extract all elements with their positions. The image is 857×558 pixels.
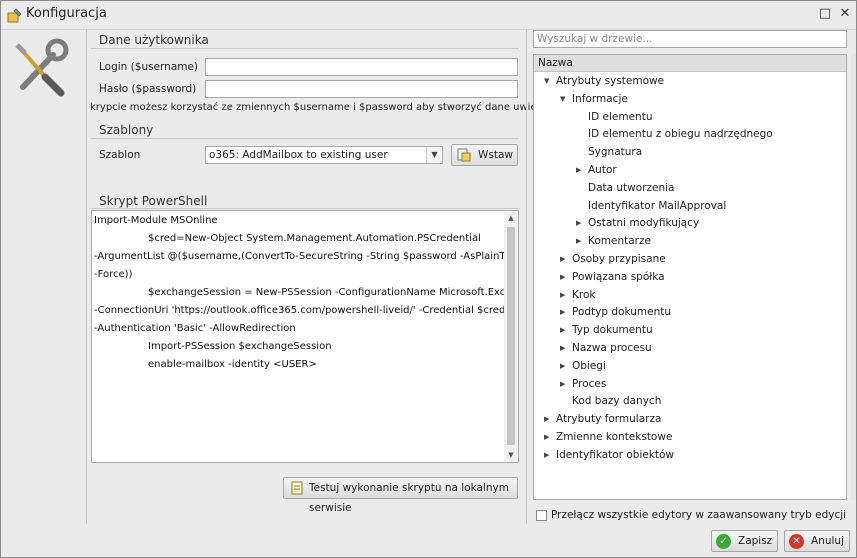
script-line: -ArgumentList @($username,(ConvertTo-Sec… <box>94 251 519 262</box>
section-separator <box>91 138 519 139</box>
collapse-arrow-icon[interactable]: ▶ <box>544 451 549 459</box>
collapse-arrow-icon[interactable]: ▶ <box>544 415 549 423</box>
checkmark-icon: ✓ <box>716 534 731 549</box>
panel-divider <box>526 30 527 524</box>
scroll-up-icon[interactable]: ▲ <box>504 211 518 225</box>
tree-node[interactable]: ID elementu z obiegu nadrzędnego <box>588 128 773 140</box>
tree-node[interactable]: Sygnatura <box>588 146 642 158</box>
tree-node[interactable]: Powiązana spółka <box>572 271 665 283</box>
collapse-arrow-icon[interactable]: ▶ <box>544 433 549 441</box>
tree-node[interactable]: Komentarze <box>588 235 651 247</box>
collapse-arrow-icon[interactable]: ▶ <box>560 308 565 316</box>
test-script-button[interactable]: Testuj wykonanie skryptu na lokalnym ser… <box>283 477 518 514</box>
credentials-hint: krypcie możesz korzystać ze zmiennych $u… <box>90 102 596 113</box>
login-label: Login ($username) <box>99 61 199 73</box>
window-title: Konfiguracja <box>26 6 107 21</box>
script-line: $cred=New-Object System.Management.Autom… <box>148 233 481 244</box>
tree-node[interactable]: Proces <box>572 378 606 390</box>
tree-node[interactable]: Atrybuty formularza <box>556 413 661 425</box>
test-script-button-label: Testuj wykonanie skryptu na lokalnym ser… <box>309 482 509 514</box>
collapse-arrow-icon[interactable]: ▶ <box>576 166 581 174</box>
tree-column-header[interactable]: Nazwa <box>534 55 846 72</box>
password-label: Hasło ($password) <box>99 83 197 95</box>
script-line: $exchangeSession = New-PSSession -Config… <box>148 287 519 298</box>
insert-icon <box>457 148 471 162</box>
tree-node[interactable]: Krok <box>572 289 595 301</box>
collapse-arrow-icon[interactable]: ▶ <box>560 273 565 281</box>
tree-node[interactable]: ID elementu <box>588 111 652 123</box>
tree-node[interactable]: Identyfikator MailApproval <box>588 200 726 212</box>
tree-node[interactable]: Data utworzenia <box>588 182 675 194</box>
tree-scrollbar[interactable] <box>851 54 856 500</box>
config-dialog: Konfiguracja □ ✕ Dane użytkownika Login … <box>0 0 857 558</box>
settings-app-icon <box>7 8 22 23</box>
advanced-mode-checkbox[interactable] <box>536 510 547 521</box>
collapse-arrow-icon[interactable]: ▶ <box>576 237 581 245</box>
cancel-button[interactable]: ✕ Anuluj <box>784 530 850 552</box>
template-selected-value: o365: AddMailbox to existing user <box>209 149 388 161</box>
scrollbar-thumb[interactable] <box>507 227 515 445</box>
script-line: enable-mailbox -identity <USER> <box>148 359 317 370</box>
script-section-title: Skrypt PowerShell <box>99 194 208 208</box>
save-button-label: Zapisz <box>738 535 773 547</box>
tree-node[interactable]: Autor <box>588 164 617 176</box>
script-test-icon <box>291 481 303 495</box>
tools-icon <box>15 38 69 97</box>
script-editor[interactable]: Import-Module MSOnline $cred=New-Object … <box>91 210 519 463</box>
tree-node[interactable]: Atrybuty systemowe <box>556 75 664 87</box>
tree-node[interactable]: Typ dokumentu <box>572 324 653 336</box>
tree-node[interactable]: Osoby przypisane <box>572 253 666 265</box>
collapse-arrow-icon[interactable]: ▶ <box>576 219 581 227</box>
cancel-button-label: Anuluj <box>811 535 844 547</box>
collapse-arrow-icon[interactable]: ▶ <box>560 291 565 299</box>
scroll-down-icon[interactable]: ▼ <box>504 448 518 462</box>
tree-node[interactable]: Nazwa procesu <box>572 342 652 354</box>
tree-node[interactable]: Zmienne kontekstowe <box>556 431 672 443</box>
script-line: -Authentication 'Basic' -AllowRedirectio… <box>94 323 296 334</box>
title-bar[interactable]: Konfiguracja □ ✕ <box>1 1 856 30</box>
insert-button-label: Wstaw <box>478 149 513 161</box>
collapse-arrow-icon[interactable]: ▶ <box>560 326 565 334</box>
template-label: Szablon <box>99 149 141 161</box>
cancel-icon: ✕ <box>789 534 804 549</box>
collapse-arrow-icon[interactable]: ▶ <box>560 362 565 370</box>
tree-node[interactable]: Podtyp dokumentu <box>572 306 671 318</box>
collapse-arrow-icon[interactable]: ▶ <box>560 255 565 263</box>
tree-node[interactable]: Obiegi <box>572 360 606 372</box>
advanced-mode-label: Przełącz wszystkie edytory w zaawansowan… <box>551 509 847 521</box>
section-separator <box>91 208 519 209</box>
login-input[interactable] <box>205 58 518 76</box>
left-panel-border <box>86 30 87 524</box>
section-separator <box>91 48 519 49</box>
script-scrollbar[interactable]: ▲ ▼ <box>504 211 518 462</box>
tree-node[interactable]: Ostatni modyfikujący <box>588 217 699 229</box>
save-button[interactable]: ✓ Zapisz <box>711 530 778 552</box>
collapse-arrow-icon[interactable]: ▶ <box>560 344 565 352</box>
script-line: Import-Module MSOnline <box>94 215 218 226</box>
expand-arrow-icon[interactable]: ▼ <box>560 95 565 103</box>
script-line: -Force)) <box>94 269 133 280</box>
password-input[interactable] <box>205 80 518 98</box>
script-line: Import-PSSession $exchangeSession <box>148 341 332 352</box>
template-select[interactable]: o365: AddMailbox to existing user ▼ <box>205 146 443 164</box>
dropdown-arrow-icon[interactable]: ▼ <box>426 147 442 163</box>
templates-section-title: Szablony <box>99 123 154 137</box>
close-button[interactable]: ✕ <box>837 6 853 22</box>
maximize-button[interactable]: □ <box>817 6 833 22</box>
tree-node[interactable]: Identyfikator obiektów <box>556 449 674 461</box>
attribute-tree[interactable]: Nazwa ▼ Atrybuty systemowe ▼ Informacje ID e… <box>533 54 847 500</box>
insert-button[interactable]: Wstaw <box>451 144 518 166</box>
tree-node[interactable]: Kod bazy danych <box>572 395 661 407</box>
expand-arrow-icon[interactable]: ▼ <box>544 77 549 85</box>
collapse-arrow-icon[interactable]: ▶ <box>560 380 565 388</box>
tree-search-input[interactable]: Wyszukaj w drzewie... <box>533 30 847 48</box>
script-line: -ConnectionUri 'https://outlook.office36… <box>94 305 506 316</box>
user-data-section-title: Dane użytkownika <box>99 33 209 47</box>
tree-node[interactable]: Informacje <box>572 93 628 105</box>
